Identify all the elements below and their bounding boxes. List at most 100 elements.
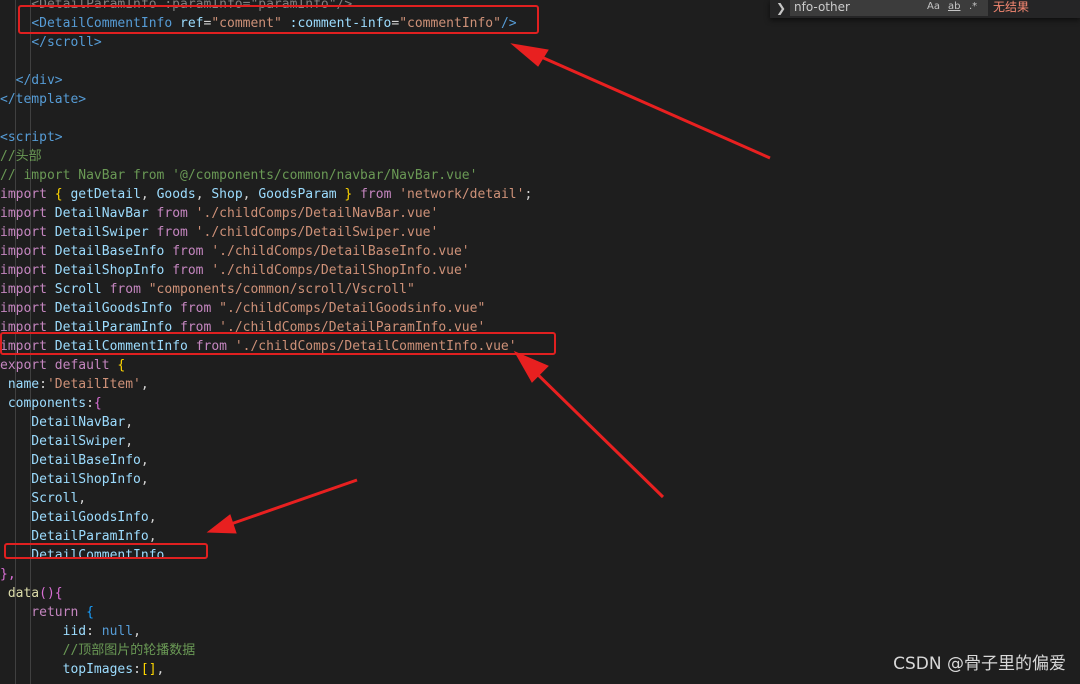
code-token: /> [500, 16, 517, 31]
code-token: from [180, 320, 212, 335]
code-line[interactable]: }, [0, 565, 1080, 584]
code-token: }, [0, 567, 16, 582]
code-token: ref [172, 16, 204, 31]
code-token: './childComps/DetailCommentInfo.vue' [227, 339, 517, 354]
code-token: { [93, 396, 102, 411]
code-token: Shop [211, 187, 243, 202]
code-line[interactable]: return { [0, 603, 1080, 622]
code-token: import [0, 339, 47, 354]
code-token: import [0, 263, 47, 278]
code-token: </scroll> [31, 35, 102, 50]
code-token: getDetail [70, 187, 141, 202]
code-token: DetailBaseInfo [0, 453, 141, 468]
code-token: import [0, 320, 47, 335]
code-token: , [78, 491, 87, 506]
code-token: from [156, 206, 188, 221]
code-line[interactable]: iid: null, [0, 622, 1080, 641]
code-line[interactable]: import DetailParamInfo from './childComp… [0, 318, 1080, 337]
code-line[interactable] [0, 52, 1080, 71]
code-token: : [86, 624, 102, 639]
code-token: : [39, 377, 47, 392]
find-result-count: 无结果 [993, 0, 1030, 14]
code-token: topImages [0, 662, 134, 677]
code-token: DetailBaseInfo [46, 244, 173, 259]
code-line[interactable]: import Scroll from "components/common/sc… [0, 280, 1080, 299]
code-token: import [0, 225, 47, 240]
code-token: , [125, 415, 134, 430]
code-line[interactable]: DetailNavBar, [0, 413, 1080, 432]
match-case-icon[interactable]: Aa [927, 0, 940, 14]
code-line[interactable]: Scroll, [0, 489, 1080, 508]
code-line[interactable]: </template> [0, 90, 1080, 109]
code-line[interactable]: import DetailSwiper from './childComps/D… [0, 223, 1080, 242]
code-token: </div> [15, 73, 63, 88]
code-line[interactable]: import DetailBaseInfo from './childComps… [0, 242, 1080, 261]
code-token: , [195, 187, 212, 202]
code-token: './childComps/DetailParamInfo.vue' [211, 320, 486, 335]
code-token: , [125, 434, 134, 449]
code-token: , [148, 529, 157, 544]
regex-icon[interactable]: .* [969, 0, 977, 14]
watermark: CSDN @骨子里的偏爱 [893, 654, 1066, 674]
chevron-right-icon[interactable]: ❯ [776, 0, 786, 16]
code-line[interactable] [0, 109, 1080, 128]
code-token: iid [0, 624, 87, 639]
code-token: name [0, 377, 40, 392]
code-token: from [109, 282, 141, 297]
code-token: [] [140, 662, 157, 677]
code-line[interactable]: name:'DetailItem', [0, 375, 1080, 394]
code-token: { [109, 358, 126, 373]
code-line[interactable]: // import NavBar from '@/components/comm… [0, 166, 1080, 185]
code-token: </template> [0, 92, 87, 107]
code-line[interactable]: export default { [0, 356, 1080, 375]
code-token: , [140, 453, 149, 468]
code-token: : [86, 396, 94, 411]
code-token: , [140, 472, 149, 487]
code-token: DetailParamInfo [0, 529, 149, 544]
code-token: DetailGoodsInfo [0, 510, 149, 525]
code-token: import [0, 301, 47, 316]
code-line[interactable]: </scroll> [0, 33, 1080, 52]
code-line[interactable]: </div> [0, 71, 1080, 90]
code-token: from [360, 187, 392, 202]
code-line[interactable]: <script> [0, 128, 1080, 147]
code-token: './childComps/DetailBaseInfo.vue' [203, 244, 470, 259]
code-line[interactable]: //头部 [0, 147, 1080, 166]
code-line[interactable]: import DetailNavBar from './childComps/D… [0, 204, 1080, 223]
code-line[interactable]: DetailParamInfo, [0, 527, 1080, 546]
code-line[interactable]: data(){ [0, 584, 1080, 603]
code-token: DetailNavBar [46, 206, 157, 221]
code-token: 'DetailItem' [46, 377, 141, 392]
code-line[interactable]: DetailShopInfo, [0, 470, 1080, 489]
code-line[interactable]: components:{ [0, 394, 1080, 413]
code-line[interactable]: DetailGoodsInfo, [0, 508, 1080, 527]
code-token: DetailParamInfo [46, 320, 181, 335]
code-token: DetailCommentInfo [0, 548, 165, 563]
code-line[interactable]: import { getDetail, Goods, Shop, GoodsPa… [0, 185, 1080, 204]
code-token: Scroll [46, 282, 110, 297]
code-token: , [156, 662, 165, 677]
code-token: from [156, 225, 188, 240]
code-token: from [195, 339, 227, 354]
code-token: import [0, 244, 47, 259]
code-line[interactable]: import DetailShopInfo from './childComps… [0, 261, 1080, 280]
code-token: data [0, 586, 40, 601]
code-token: //顶部图片的轮播数据 [0, 643, 196, 658]
code-token: () [39, 586, 55, 601]
code-token: from [172, 244, 204, 259]
code-token: 'network/detail' [391, 187, 525, 202]
code-line[interactable]: DetailBaseInfo, [0, 451, 1080, 470]
code-line[interactable]: import DetailGoodsInfo from "./childComp… [0, 299, 1080, 318]
code-token: null [101, 624, 134, 639]
code-token: { [54, 586, 63, 601]
code-token: import [0, 187, 47, 202]
code-line[interactable]: DetailCommentInfo [0, 546, 1080, 565]
code-editor[interactable]: <DetailParamInfo :paramInfo="paramInfo"/… [0, 0, 1080, 684]
code-line[interactable]: DetailSwiper, [0, 432, 1080, 451]
code-token: "commentInfo" [399, 16, 501, 31]
whole-word-icon[interactable]: ab [948, 0, 960, 14]
code-token: Scroll [0, 491, 79, 506]
code-line[interactable]: import DetailCommentInfo from './childCo… [0, 337, 1080, 356]
